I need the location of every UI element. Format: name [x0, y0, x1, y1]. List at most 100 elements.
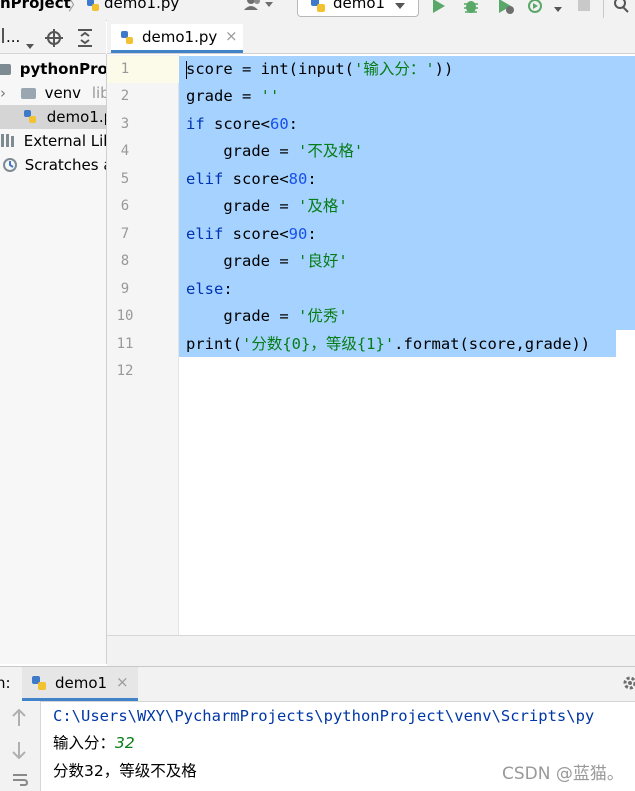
code-text: :: [307, 170, 317, 188]
console-command-path[interactable]: C:\Users\WXY\PycharmProjects\pythonProje…: [53, 702, 594, 730]
code-line: grade = '不及格': [186, 138, 363, 165]
code-line: print('分数{0}，等级{1}'.format(score,grade)): [186, 331, 590, 358]
tree-item-label: pythonProj: [19, 60, 107, 78]
code-line: elif score<90:: [186, 221, 317, 248]
scroll-up-icon[interactable]: [12, 708, 26, 731]
user-vcs-icon[interactable]: [243, 0, 275, 16]
code-number: 80: [288, 170, 308, 188]
code-line: else:: [186, 276, 233, 303]
line-number: 7: [120, 226, 130, 242]
code-text: score<: [223, 225, 289, 243]
code-string: '输入分：': [353, 60, 435, 78]
project-view-dropdown[interactable]: ...: [6, 28, 20, 46]
code-text: grade =: [186, 307, 298, 325]
run-config-select[interactable]: demo1: [297, 0, 419, 17]
scroll-down-icon[interactable]: [12, 741, 26, 763]
python-file-icon: [85, 0, 101, 17]
line-number: 8: [120, 253, 130, 269]
more-run-options-icon[interactable]: [553, 0, 563, 18]
code-string: '不及格': [297, 142, 364, 160]
code-keyword: if: [186, 115, 205, 133]
tab-demo1[interactable]: demo1.py ×: [111, 24, 243, 53]
library-icon: [0, 131, 17, 155]
code-text: grade =: [186, 87, 261, 105]
line-number: 10: [116, 308, 134, 324]
code-text: grade =: [186, 252, 298, 270]
run-icon[interactable]: [432, 0, 446, 18]
run-tab-demo1[interactable]: demo1 ×: [22, 667, 138, 701]
code-text: :: [307, 225, 317, 243]
python-config-icon: [310, 0, 326, 17]
soft-wrap-icon[interactable]: [12, 773, 29, 791]
code-line: grade = '': [186, 83, 279, 110]
tree-item-venv[interactable]: › venv libr: [0, 81, 106, 105]
console-prompt: 输入分：: [53, 734, 116, 752]
python-file-icon: [120, 30, 135, 50]
tab-label: demo1.py: [142, 28, 218, 46]
code-number: 90: [288, 225, 308, 243]
python-file-icon: [31, 675, 47, 695]
navigation-toolbar: nProject 〉 demo1.py demo1: [0, 0, 635, 21]
scratches-icon: [2, 156, 18, 180]
tree-item-scratches[interactable]: Scratches an: [0, 153, 106, 180]
code-keyword: elif: [186, 225, 224, 243]
locate-target-icon[interactable]: [45, 29, 63, 51]
text-caret: [186, 61, 187, 79]
code-number: 60: [270, 115, 289, 133]
tree-item-label: venv: [44, 84, 82, 102]
code-text: score<: [204, 115, 270, 133]
tree-item-project-root[interactable]: pythonProj: [0, 57, 107, 81]
code-keyword: else: [186, 280, 224, 298]
code-string: '优秀': [297, 307, 348, 325]
line-number: 11: [116, 336, 134, 352]
code-keyword: elif: [186, 170, 224, 188]
tree-item-label: demo1.p: [46, 108, 107, 126]
settings-gear-icon[interactable]: [622, 675, 635, 695]
code-line: if score<60:: [186, 111, 298, 138]
debug-icon[interactable]: [463, 0, 479, 18]
line-number: 9: [120, 281, 130, 297]
code-text: score = int(input(: [186, 60, 354, 78]
code-text: :: [288, 115, 299, 133]
stop-icon[interactable]: [577, 0, 591, 16]
console-user-input: 32: [115, 734, 135, 752]
code-string: '分数{0}，等级{1}': [242, 335, 395, 353]
tree-item-label: Scratches an: [24, 156, 106, 174]
code-text: grade =: [186, 142, 298, 160]
code-text: :: [223, 280, 233, 298]
editor-footer-strip: [107, 635, 635, 666]
console-output-result: 分数32，等级不及格: [53, 762, 197, 780]
code-text: grade =: [186, 197, 298, 215]
run-panel-header: n: demo1 ×: [0, 666, 635, 702]
tree-item-demo1[interactable]: demo1.p: [0, 105, 106, 129]
folder-icon: [0, 64, 11, 75]
line-number: 4: [120, 143, 130, 159]
chevron-right-icon[interactable]: ›: [0, 84, 6, 102]
run-with-coverage-icon[interactable]: [497, 0, 515, 18]
code-string: '良好': [297, 252, 348, 270]
tree-item-label: External Lib: [23, 132, 107, 150]
line-number: 2: [120, 88, 130, 104]
close-icon[interactable]: ×: [225, 27, 238, 45]
breadcrumb-file[interactable]: demo1.py: [104, 0, 179, 12]
folder-icon: [20, 88, 36, 99]
profile-icon[interactable]: [527, 0, 545, 18]
code-line: grade = '及格': [186, 193, 347, 220]
tree-item-hint: libr: [91, 84, 106, 102]
project-tree: pythonProj › venv libr demo1.p External …: [0, 54, 107, 664]
line-number: 3: [120, 116, 130, 132]
code-line: score = int(input('输入分：')): [186, 56, 453, 83]
chevron-down-icon: [394, 0, 406, 15]
code-line: elif score<80:: [186, 166, 317, 193]
search-icon[interactable]: [603, 0, 630, 18]
collapse-all-icon[interactable]: [77, 29, 93, 51]
line-number: 1: [120, 61, 130, 77]
code-string: '': [260, 87, 280, 105]
line-number: 5: [120, 171, 130, 187]
tree-item-external-libraries[interactable]: External Lib: [0, 129, 107, 155]
watermark: CSDN @蓝猫。: [502, 764, 624, 784]
code-line: grade = '优秀': [186, 303, 348, 330]
breadcrumb-project[interactable]: nProject: [0, 0, 71, 12]
close-icon[interactable]: ×: [116, 673, 129, 691]
code-text: print(: [186, 335, 242, 353]
